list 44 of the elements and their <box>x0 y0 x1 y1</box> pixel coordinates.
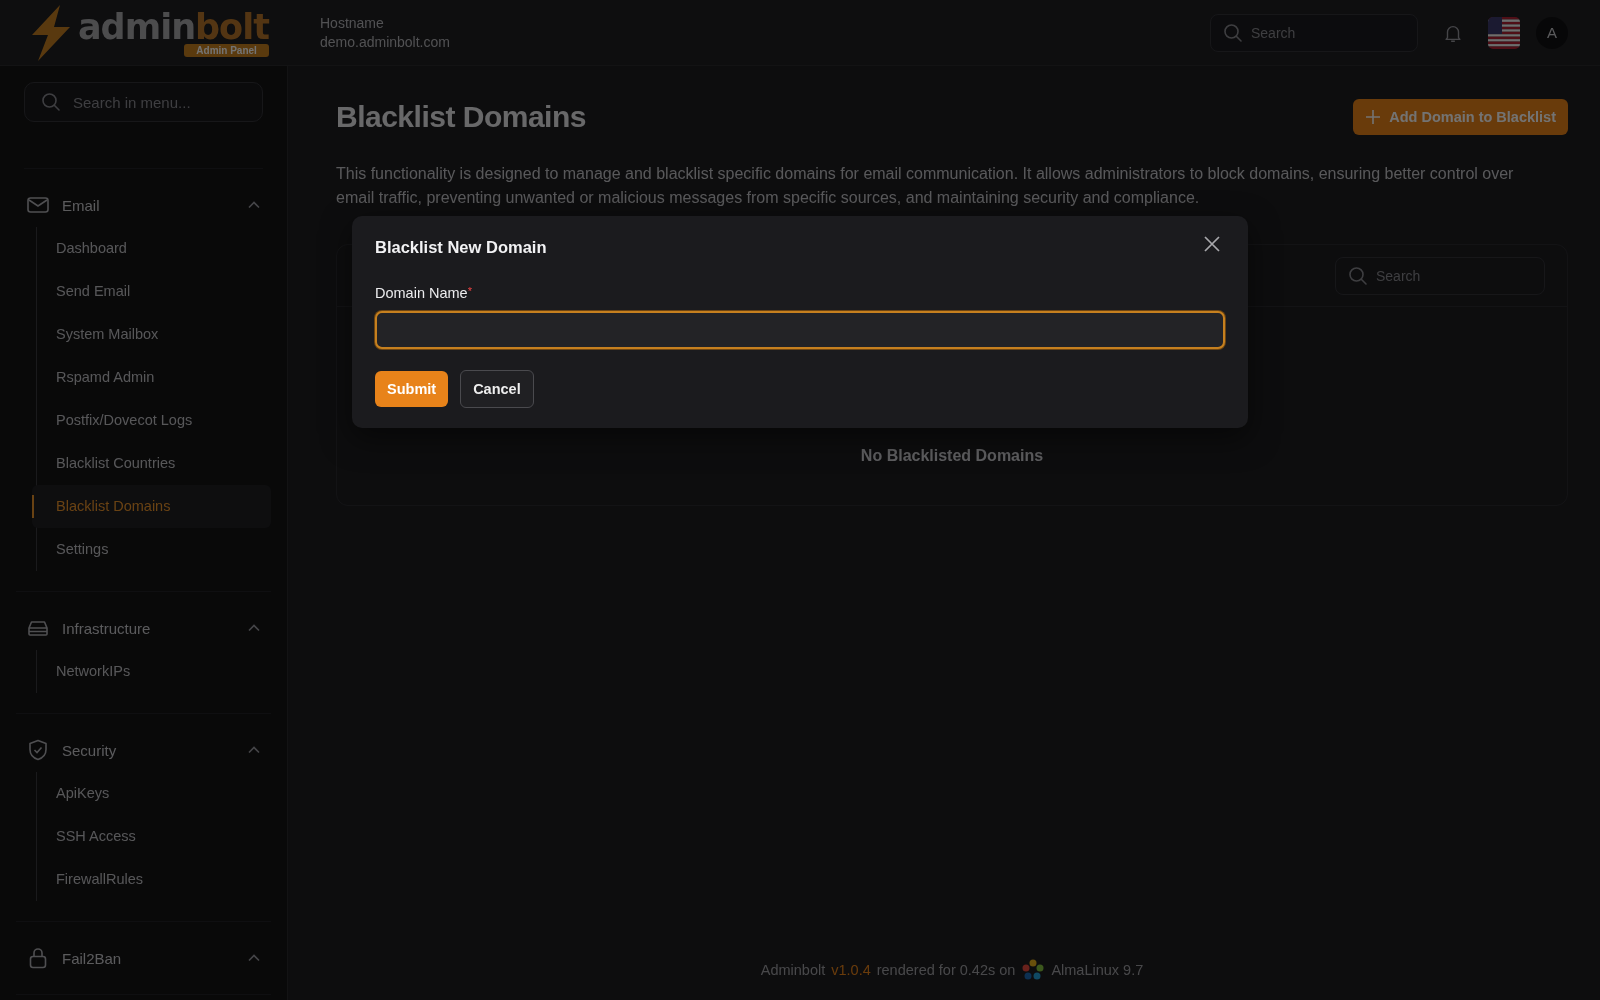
cancel-button[interactable]: Cancel <box>460 370 534 408</box>
sidebar-item[interactable]: ApiKeys <box>32 772 271 815</box>
sidebar-group[interactable]: Fail2Ban <box>16 942 271 974</box>
page-title: Blacklist Domains <box>336 100 586 134</box>
sidebar-item[interactable]: Blacklist Countries <box>32 442 271 485</box>
field-label: Domain Name* <box>375 285 473 301</box>
hostname: demo.adminbolt.com <box>320 34 450 50</box>
sidebar-item[interactable]: SSH Access <box>32 815 271 858</box>
user-avatar[interactable]: A <box>1536 16 1568 49</box>
submit-button[interactable]: Submit <box>375 371 449 407</box>
logo-badge: Admin Panel <box>184 44 269 57</box>
page-description: This functionality is designed to manage and blacklist specific domains for email communication. It allows administrators to block domains, ensuring better control over email traffic, preventing unwanted or malicious messages from specific sources, and maintaining security and compliance. <box>336 164 1515 208</box>
sidebar-group[interactable]: Email <box>16 189 271 221</box>
required-mark: * <box>467 285 472 297</box>
domain-name-field[interactable] <box>375 311 1225 349</box>
footer-os-name: AlmaLinux 9.7 <box>1051 962 1144 978</box>
modal-title: Blacklist New Domain <box>375 238 547 257</box>
lightning-bolt-icon <box>30 4 72 61</box>
sidebar-item[interactable]: Settings <box>32 528 271 571</box>
flower-logo-icon <box>1021 958 1046 982</box>
sidebar-group[interactable]: Infrastructure <box>16 612 271 644</box>
empty-state-text: No Blacklisted Domains <box>859 447 1045 465</box>
add-domain-button[interactable]: Add Domain to Blacklist <box>1353 99 1568 135</box>
search-icon <box>1223 22 1243 43</box>
flag-icon[interactable] <box>1488 16 1520 49</box>
sidebar-item[interactable]: Dashboard <box>32 227 271 270</box>
footer-app-name: Adminbolt <box>760 962 826 978</box>
sidebar-item[interactable]: Send Email <box>32 270 271 313</box>
sidebar-item[interactable]: NetworkIPs <box>32 650 271 693</box>
shield-check-icon <box>26 738 50 762</box>
hostname-label: Hostname <box>320 15 385 31</box>
sidebar-item[interactable]: System Mailbox <box>32 313 271 356</box>
logo-wordmark: adminbolt <box>78 8 269 46</box>
plus-icon <box>1365 109 1382 125</box>
close-icon[interactable] <box>1203 234 1221 253</box>
search-icon <box>41 92 61 112</box>
sidebar-item[interactable]: Postfix/Dovecot Logs <box>32 399 271 442</box>
sidebar-group[interactable]: Security <box>16 734 271 766</box>
sidebar-item[interactable]: Rspamd Admin <box>32 356 271 399</box>
footer-version: v1.0.4 <box>831 962 871 978</box>
footer-render-text: rendered for 0.42s on <box>876 962 1016 978</box>
search-icon <box>1348 265 1368 286</box>
sidebar-item[interactable]: Blacklist Domains <box>32 485 271 528</box>
sidebar-item[interactable]: FirewallRules <box>32 858 271 901</box>
